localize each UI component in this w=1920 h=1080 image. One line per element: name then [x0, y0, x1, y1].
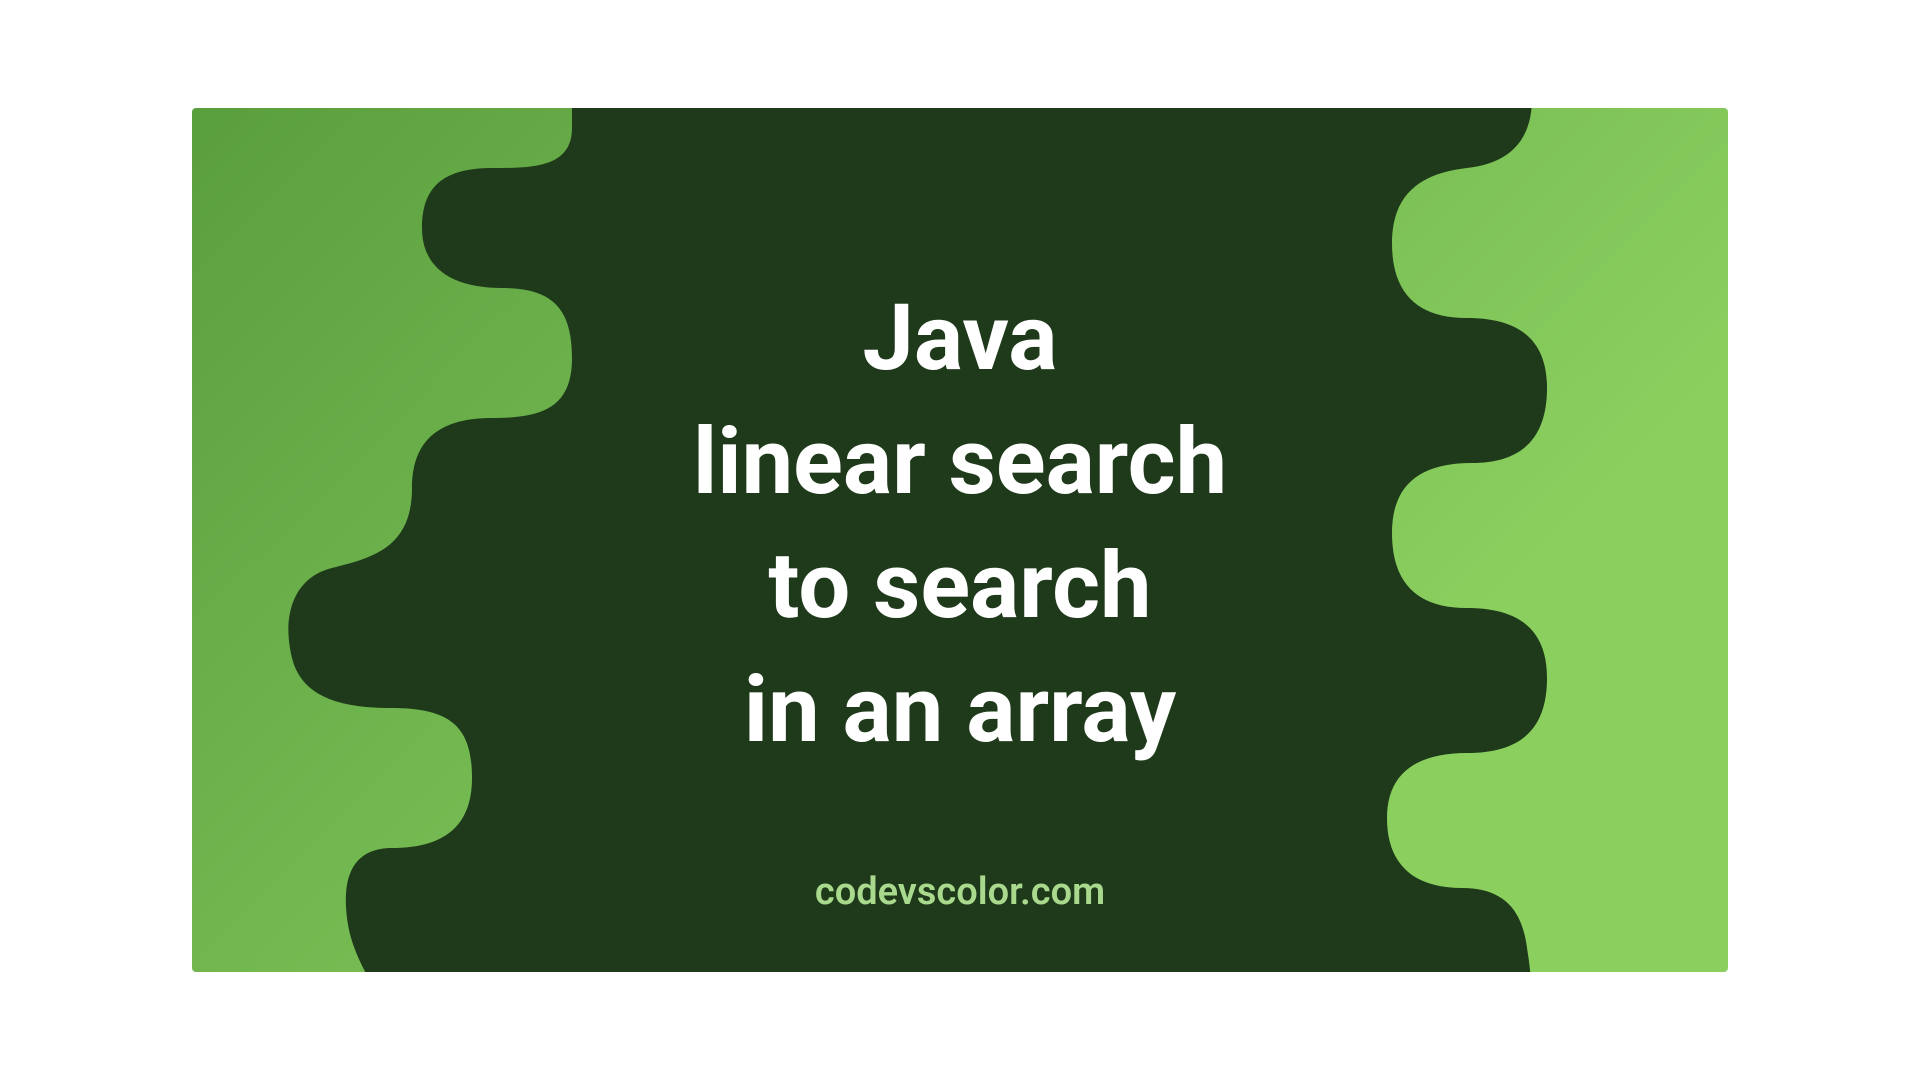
title-line-3: to search — [693, 525, 1227, 649]
content-area: Java linear search to search in an array — [192, 108, 1728, 972]
title-line-1: Java — [693, 277, 1227, 401]
title-line-2: linear search — [693, 401, 1227, 525]
tutorial-card: Java linear search to search in an array… — [192, 108, 1728, 972]
title-line-4: in an array — [693, 649, 1227, 773]
title-text: Java linear search to search in an array — [693, 277, 1227, 774]
footer-url: codevscolor.com — [192, 870, 1728, 914]
